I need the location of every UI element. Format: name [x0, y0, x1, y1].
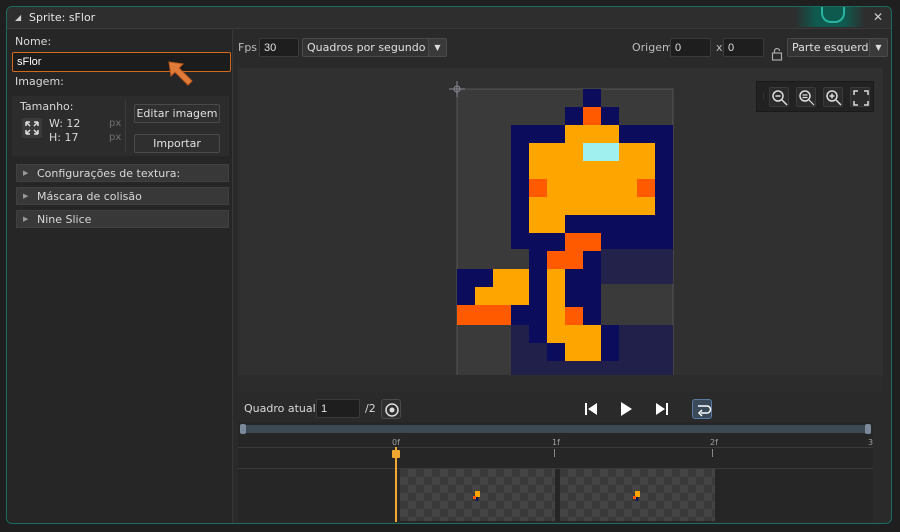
frame-total: /2: [365, 402, 376, 415]
frame-sprite-icon: [473, 491, 480, 501]
drag-handle-icon[interactable]: ⋮: [760, 92, 767, 100]
fps-input[interactable]: [259, 38, 299, 57]
chevron-down-icon: ▼: [428, 39, 446, 56]
nine-slice-section[interactable]: ▶ Nine Slice: [16, 210, 229, 228]
texture-settings-section[interactable]: ▶ Configurações de textura:: [16, 164, 229, 182]
timeline[interactable]: 0f 1f 2f 3: [238, 422, 873, 522]
origin-mode-select[interactable]: Parte esquerda s ▼: [787, 38, 888, 57]
skip-to-end-icon[interactable]: [652, 399, 672, 419]
sprite-preview: [449, 81, 674, 392]
size-label: Tamanho:: [20, 100, 74, 113]
section-label: Configurações de textura:: [37, 167, 181, 180]
width-value: W: 12: [49, 117, 81, 130]
skip-to-start-icon[interactable]: [581, 399, 601, 419]
current-frame-label: Quadro atual:: [244, 402, 320, 415]
image-label: Imagem:: [15, 75, 64, 88]
sprite-editor-window: ◢ Sprite: sFlor ✕ Nome: Imagem: Tamanho:…: [6, 6, 892, 524]
tick-label: 2f: [710, 438, 718, 447]
title-accent-decoration: [795, 7, 865, 27]
canvas-bottom-bar: [238, 375, 883, 392]
fps-mode-value: Quadros por segundo: [307, 41, 426, 54]
origin-x-input[interactable]: [670, 38, 711, 57]
resize-icon[interactable]: [22, 118, 42, 138]
origin-label: Origem: [632, 41, 673, 54]
current-frame-input[interactable]: [316, 399, 360, 418]
playhead[interactable]: [395, 447, 397, 522]
name-label: Nome:: [15, 35, 52, 48]
section-label: Máscara de colisão: [37, 190, 142, 203]
sprite-toolbar: Fps Quadros por segundo ▼ Origem x Parte…: [234, 30, 891, 72]
ruler-baseline: [238, 447, 873, 448]
height-unit: px: [109, 132, 122, 143]
width-unit: px: [109, 118, 122, 129]
loop-icon[interactable]: [692, 399, 712, 419]
origin-y-input[interactable]: [723, 38, 764, 57]
fps-label: Fps: [238, 41, 258, 54]
fps-mode-select[interactable]: Quadros por segundo ▼: [302, 38, 447, 57]
fit-to-screen-icon[interactable]: [850, 87, 870, 107]
image-box: Tamanho: W: 12 H: 17 px px Editar imagem…: [12, 96, 229, 156]
section-label: Nine Slice: [37, 213, 92, 226]
timeline-scrollbar[interactable]: [242, 425, 869, 433]
track-divider: [238, 468, 873, 469]
lock-icon[interactable]: [771, 47, 783, 61]
tick-label: 1f: [552, 438, 560, 447]
frame-thumbnail[interactable]: [560, 469, 715, 521]
sprite-canvas[interactable]: ⋮: [238, 68, 883, 392]
zoom-reset-icon[interactable]: [796, 87, 816, 107]
tick-label: 0f: [392, 438, 400, 447]
window-title: Sprite: sFlor: [29, 11, 96, 24]
zoom-toolbar: ⋮: [756, 81, 874, 112]
frame-sprite-icon: [633, 491, 640, 501]
name-input[interactable]: [12, 52, 231, 72]
expand-icon: ▶: [23, 169, 29, 177]
expand-icon: ▶: [23, 192, 29, 200]
frame-thumbnail[interactable]: [400, 469, 555, 521]
zoom-out-icon[interactable]: [769, 87, 789, 107]
chevron-down-icon: ▼: [869, 39, 887, 56]
play-icon[interactable]: [616, 399, 636, 419]
range-end-handle[interactable]: [865, 424, 871, 434]
collision-mask-section[interactable]: ▶ Máscara de colisão: [16, 187, 229, 205]
playhead-handle[interactable]: [392, 450, 400, 458]
import-button[interactable]: Importar: [134, 134, 220, 153]
title-bar: ◢ Sprite: sFlor ✕: [7, 7, 891, 29]
close-icon[interactable]: ✕: [871, 10, 885, 24]
onion-skin-icon[interactable]: [381, 399, 401, 419]
tick-mark: [712, 449, 713, 457]
range-start-handle[interactable]: [240, 424, 246, 434]
tick-mark: [554, 449, 555, 457]
height-value: H: 17: [49, 131, 79, 144]
collapse-icon[interactable]: ◢: [15, 13, 21, 22]
playback-bar: Quadro atual: /2: [234, 395, 891, 423]
divider: [125, 100, 126, 152]
origin-separator: x: [716, 41, 723, 54]
edit-image-button[interactable]: Editar imagem: [134, 104, 220, 123]
zoom-in-icon[interactable]: [823, 87, 843, 107]
arrow-pointer-icon: [168, 61, 193, 86]
tick-label: 3: [868, 438, 874, 447]
expand-icon: ▶: [23, 215, 29, 223]
properties-panel: Nome: Imagem: Tamanho: W: 12 H: 17 px px…: [7, 30, 233, 523]
